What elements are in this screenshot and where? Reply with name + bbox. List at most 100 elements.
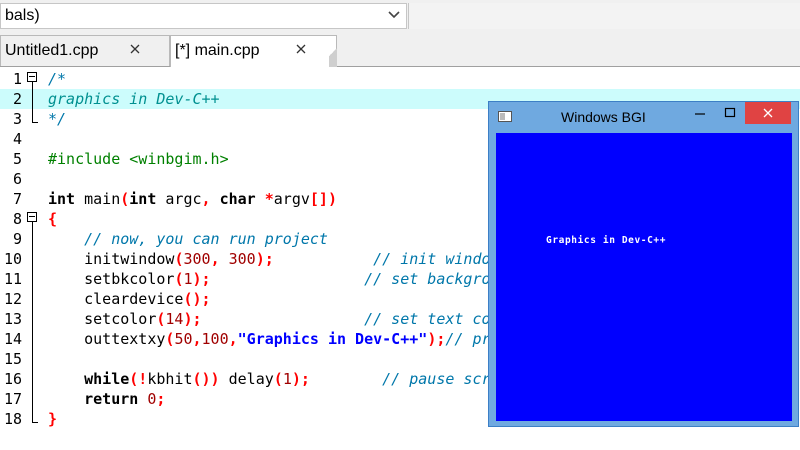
code-token: 14 [165,310,184,328]
code-token: (); [183,290,211,308]
fold-end-marker [32,422,38,423]
code-token: int [129,190,157,208]
code-text: */ [48,109,66,129]
code-token: /* [48,70,67,88]
code-token: main [75,190,121,208]
line-number: 15 [3,350,22,368]
line-number: 7 [12,190,22,208]
line-number: 8 [12,210,22,228]
code-token: char [219,190,256,208]
code-token: cleardevice [48,290,184,308]
line-number: 13 [3,310,22,328]
close-button[interactable] [745,102,791,124]
code-text: graphics in Dev-C++ [48,89,220,109]
code-token: argc [156,190,202,208]
code-token: , [210,250,220,268]
code-token: #include <winbgim.h> [48,150,229,168]
line-number: 1 [12,70,22,88]
code-text: // now, you can run project [48,229,328,249]
bgi-output-text: Graphics in Dev-C++ [546,235,667,246]
app-icon [498,111,512,122]
class-selector-value: bals) [5,7,40,24]
maximize-icon[interactable] [717,102,743,126]
bgi-canvas[interactable]: Graphics in Dev-C++ [496,133,792,421]
code-text: { [48,209,57,229]
code-token: (! [129,370,148,388]
fold-end-marker [32,122,38,123]
line-number: 16 [3,370,22,388]
line-number: 5 [12,150,22,168]
line-number: 18 [3,410,22,428]
code-text: int main(int argc, char *argv[]) [48,189,337,209]
code-token: initwindow [48,250,175,268]
code-token: , [201,190,211,208]
code-token: , [228,330,238,348]
code-token: kbhit [147,370,193,388]
code-line[interactable]: 1 /* [0,69,800,89]
line-number: 12 [3,290,22,308]
code-token: 300 [228,250,256,268]
code-token: 50 [174,330,193,348]
tab-label: Untitled1.cpp [5,42,99,59]
code-token: ; [156,390,166,408]
chevron-down-icon[interactable] [388,8,400,22]
code-token: // now, you can run project [84,230,328,248]
function-selector-combo[interactable] [408,3,800,29]
code-token: ); [183,310,202,328]
code-text: return 0; [48,389,165,409]
code-token: * [264,190,274,208]
code-token: ( [120,190,130,208]
tab-untitled1[interactable]: Untitled1.cpp [0,35,170,66]
code-token: 100 [201,330,229,348]
code-token: ()) [192,370,220,388]
code-text: initwindow(300, 300); // init window [48,249,500,269]
code-token: setcolor [48,310,157,328]
code-token: ); [255,250,274,268]
code-token: ); [192,270,211,288]
close-icon[interactable] [129,43,141,55]
line-number: 17 [3,390,22,408]
code-text: #include <winbgim.h> [48,149,229,169]
code-token: setbkcolor [48,270,175,288]
line-number: 3 [12,110,22,128]
code-token: outtextxy [48,330,166,348]
code-text: cleardevice(); [48,289,211,309]
code-token: { [48,210,58,228]
code-token: , [192,330,202,348]
tab-edge [329,36,337,68]
close-icon[interactable] [295,43,307,55]
fold-toggle-comment[interactable] [27,72,37,82]
code-token: delay [219,370,274,388]
line-number: 11 [3,270,22,288]
bgi-window-title: Windows BGI [561,109,646,125]
line-number: 10 [3,250,22,268]
code-token: while [84,370,130,388]
code-token: return [84,390,139,408]
code-token: ( [273,370,283,388]
fold-toggle-main[interactable] [27,212,37,222]
code-token: graphics in Dev-C++ [48,90,220,108]
editor-tab-bar: Untitled1.cpp [*] main.cpp [0,33,800,68]
code-token: */ [48,110,67,128]
tab-main-cpp[interactable]: [*] main.cpp [170,35,337,68]
code-token: 300 [183,250,211,268]
line-number: 4 [12,130,22,148]
bgi-window[interactable]: Windows BGI Graphics in Dev-C++ [488,101,799,427]
code-text: } [48,409,57,429]
code-token: int [48,190,76,208]
code-token: argv [273,190,310,208]
toolbar: bals) [0,0,800,34]
code-token: 1 [282,370,292,388]
code-token: // init window [373,250,500,268]
code-token: } [48,410,58,428]
class-selector-combo[interactable]: bals) [0,3,407,29]
minimize-icon[interactable] [687,102,713,126]
code-text: setcolor(14); // set text color [48,309,518,329]
